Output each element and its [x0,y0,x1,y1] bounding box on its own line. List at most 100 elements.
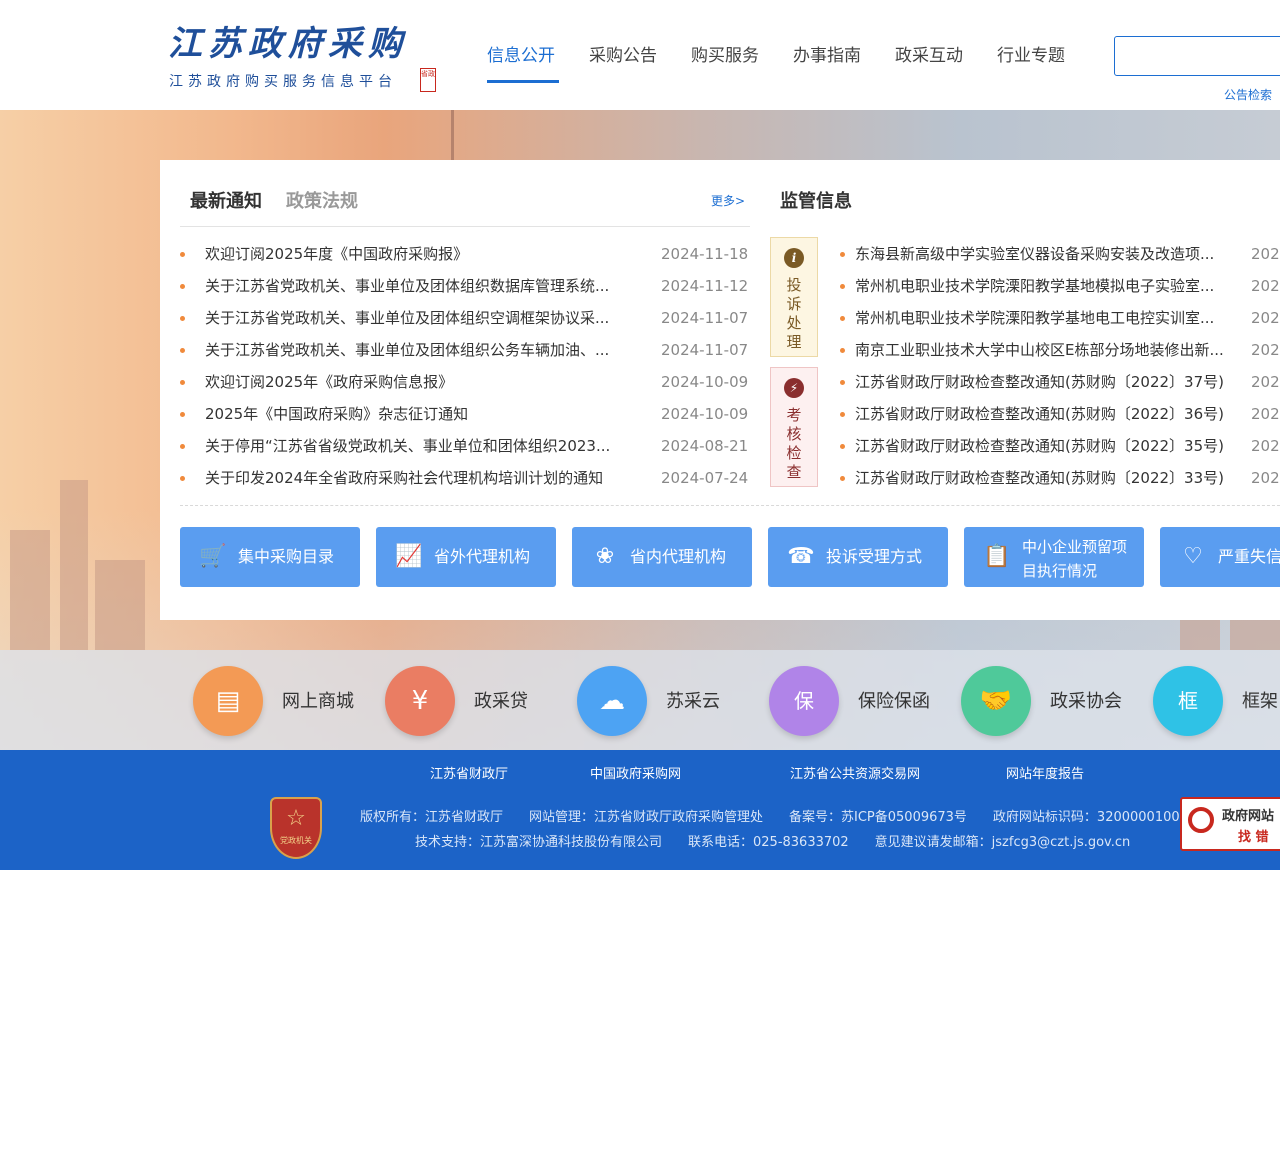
list-item[interactable]: 2025年《中国政府采购》杂志征订通知 2024-10-09 [180,398,750,430]
search-input[interactable] [1114,36,1280,76]
handshake-icon: 🤝 [961,666,1031,736]
notice-title[interactable]: 关于印发2024年全省政府采购社会代理机构培训计划的通知 [205,462,645,494]
notice-title[interactable]: 2025年《中国政府采购》杂志征订通知 [205,398,645,430]
badge-icon: ❀ [595,544,615,569]
site-header: 江苏政府采购 江苏政府购买服务信息平台 省政 信息公开 采购公告 购买服务 办事… [0,0,1280,110]
bullet-icon [840,284,845,289]
list-item[interactable]: 江苏省财政厅财政检查整改通知(苏财购〔2022〕33号) 202 [840,462,1280,494]
nav-item-interaction[interactable]: 政采互动 [895,42,963,70]
list-item[interactable]: 东海县新高级中学实验室仪器设备采购安装及改造项... 202 [840,238,1280,270]
bullet-icon [840,348,845,353]
notice-date: 2024-11-07 [661,341,749,359]
notice-date: 2024-10-09 [661,405,749,423]
list-item[interactable]: 常州机电职业技术学院溧阳教学基地模拟电子实验室... 202 [840,270,1280,302]
notice-search-link[interactable]: 公告检索 [1224,86,1272,103]
list-item[interactable]: 关于停用“江苏省省级党政机关、事业单位和团体组织2023... 2024-08-2… [180,430,750,462]
list-item[interactable]: 欢迎订阅2025年《政府采购信息报》 2024-10-09 [180,366,750,398]
footer-link-finance-dept[interactable]: 江苏省财政厅 [430,763,508,782]
complaint-methods-button[interactable]: ☎ 投诉受理方式 [768,527,948,587]
nav-item-topics[interactable]: 行业专题 [997,42,1065,70]
bullet-icon [840,252,845,257]
notice-list: 欢迎订阅2025年度《中国政府采购报》 2024-11-18 关于江苏省党政机关、… [180,238,750,494]
bullet-icon [180,284,185,289]
footer-link-annual-report[interactable]: 网站年度报告 [1006,763,1084,782]
supervision-item-date: 202 [1251,373,1280,391]
footer-link-ccgp[interactable]: 中国政府采购网 [590,763,681,782]
supervision-item-title[interactable]: 江苏省财政厅财政检查整改通知(苏财购〔2022〕35号) [855,430,1245,462]
notice-date: 2024-10-09 [661,373,749,391]
gov-site-error-finder[interactable]: 政府网站 找 错 [1180,797,1280,851]
supervision-item-date: 202 [1251,405,1280,423]
supervision-item-title[interactable]: 南京工业职业技术大学中山校区E栋部分场地装修出新... [855,334,1245,366]
list-item[interactable]: 关于江苏省党政机关、事业单位及团体组织空调框架协议采... 2024-11-07 [180,302,750,334]
notice-title[interactable]: 欢迎订阅2025年度《中国政府采购报》 [205,238,645,270]
notice-title[interactable]: 关于停用“江苏省省级党政机关、事业单位和团体组织2023... [205,430,645,462]
supervision-item-date: 202 [1251,245,1280,263]
service-label: 网上商城 [282,691,354,712]
service-label: 政采贷 [474,691,528,712]
list-item[interactable]: 关于江苏省党政机关、事业单位及团体组织公务车辆加油、... 2024-11-07 [180,334,750,366]
out-of-province-agencies-button[interactable]: 📈 省外代理机构 [376,527,556,587]
complaint-handling-button[interactable]: i 投诉处理 [770,237,818,357]
bullet-icon [180,476,185,481]
info-icon: i [784,248,804,268]
notice-date: 2024-07-24 [661,469,749,487]
supervision-item-title[interactable]: 东海县新高级中学实验室仪器设备采购安装及改造项... [855,238,1245,270]
button-label: 省外代理机构 [434,547,531,566]
list-item[interactable]: 江苏省财政厅财政检查整改通知(苏财购〔2022〕36号) 202 [840,398,1280,430]
nav-item-procurement-notices[interactable]: 采购公告 [589,42,657,70]
centralized-catalog-button[interactable]: 🛒 集中采购目录 [180,527,360,587]
tab-latest-notices[interactable]: 最新通知 [190,190,262,214]
magnifier-icon [1188,807,1214,833]
sme-reserved-projects-button[interactable]: 📋 中小企业预留项目执行情况 [964,527,1144,587]
supervision-item-date: 202 [1251,277,1280,295]
list-item[interactable]: 关于印发2024年全省政府采购社会代理机构培训计划的通知 2024-07-24 [180,462,750,494]
supervision-item-title[interactable]: 江苏省财政厅财政检查整改通知(苏财购〔2022〕36号) [855,398,1245,430]
button-label: 省内代理机构 [630,547,727,566]
list-item[interactable]: 常州机电职业技术学院溧阳教学基地电工电控实训室... 202 [840,302,1280,334]
supervision-item-title[interactable]: 常州机电职业技术学院溧阳教学基地模拟电子实验室... [855,270,1245,302]
serious-dishonesty-button[interactable]: ♡ 严重失信 [1160,527,1280,587]
cart-icon: 🛒 [199,544,227,569]
footer-link-public-resources[interactable]: 江苏省公共资源交易网 [790,763,920,782]
footer-copyright: 版权所有：江苏省财政厅 网站管理：江苏省财政厅政府采购管理处 备案号：苏ICP备… [360,810,1180,825]
notice-title[interactable]: 关于江苏省党政机关、事业单位及团体组织数据库管理系统... [205,270,645,302]
bullet-icon [180,444,185,449]
party-government-emblem[interactable]: ☆ 党政机关 [270,797,322,859]
notice-title[interactable]: 欢迎订阅2025年《政府采购信息报》 [205,366,645,398]
supervision-list: 东海县新高级中学实验室仪器设备采购安装及改造项... 202 常州机电职业技术学院… [840,238,1280,494]
loan-icon: ¥ [385,666,455,736]
active-nav-indicator [487,80,559,83]
tab-policy-regulations[interactable]: 政策法规 [286,190,358,214]
supervision-title: 监管信息 [780,191,852,212]
list-item[interactable]: 江苏省财政厅财政检查整改通知(苏财购〔2022〕37号) 202 [840,366,1280,398]
list-item[interactable]: 关于江苏省党政机关、事业单位及团体组织数据库管理系统... 2024-11-12 [180,270,750,302]
list-item[interactable]: 欢迎订阅2025年度《中国政府采购报》 2024-11-18 [180,238,750,270]
supervision-item-title[interactable]: 江苏省财政厅财政检查整改通知(苏财购〔2022〕37号) [855,366,1245,398]
site-footer: 江苏省财政厅 中国政府采购网 江苏省公共资源交易网 网站年度报告 ☆ 党政机关 … [0,750,1280,870]
notice-title[interactable]: 关于江苏省党政机关、事业单位及团体组织空调框架协议采... [205,302,645,334]
supervision-item-title[interactable]: 江苏省财政厅财政检查整改通知(苏财购〔2022〕33号) [855,462,1245,494]
in-province-agencies-button[interactable]: ❀ 省内代理机构 [572,527,752,587]
supervision-item-date: 202 [1251,469,1280,487]
bullet-icon [180,316,185,321]
finder-label: 找 错 [1238,830,1269,845]
bullet-icon [180,348,185,353]
notice-title[interactable]: 关于江苏省党政机关、事业单位及团体组织公务车辆加油、... [205,334,645,366]
logo-subtitle: 江苏政府购买服务信息平台 [169,74,397,90]
services-strip: ▤ 网上商城 ¥ 政采贷 ☁ 苏采云 保 保险保函 🤝 政采协会 框 框架 [0,650,1280,750]
supervision-item-title[interactable]: 常州机电职业技术学院溧阳教学基地电工电控实训室... [855,302,1245,334]
nav-item-info[interactable]: 信息公开 [487,42,555,70]
bullet-icon [180,380,185,385]
insurance-cloud-icon: 保 [769,666,839,736]
assessment-check-button[interactable]: ⚡ 考核检查 [770,367,818,487]
nav-item-purchase-services[interactable]: 购买服务 [691,42,759,70]
list-item[interactable]: 江苏省财政厅财政检查整改通知(苏财购〔2022〕35号) 202 [840,430,1280,462]
divider [180,226,750,227]
site-logo[interactable]: 江苏政府采购 江苏政府购买服务信息平台 省政 [168,22,438,94]
list-item[interactable]: 南京工业职业技术大学中山校区E栋部分场地装修出新... 202 [840,334,1280,366]
more-notices-link[interactable]: 更多> [711,192,745,209]
emblem-icon: ☆ [286,806,306,831]
nav-item-guide[interactable]: 办事指南 [793,42,861,70]
button-label: 中小企业预留项目执行情况 [1022,538,1128,580]
